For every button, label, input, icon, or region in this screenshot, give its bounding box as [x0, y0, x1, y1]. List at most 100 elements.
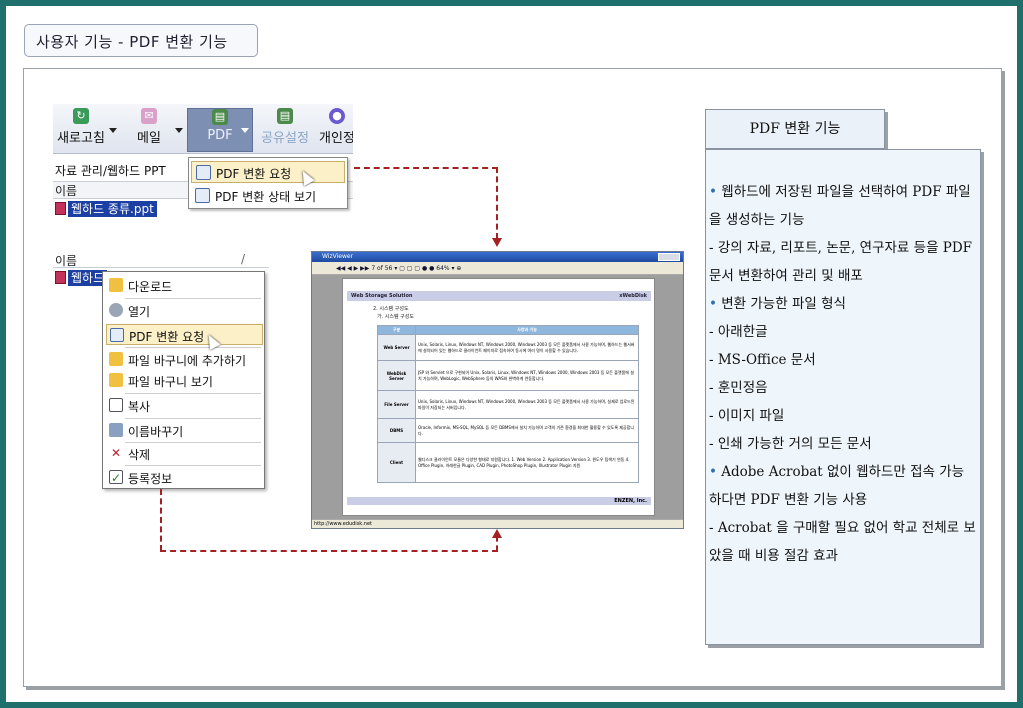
info-line: - 이미지 파일 — [709, 402, 976, 430]
info-text: - 인쇄 가능한 거의 모든 문서 — [709, 436, 872, 452]
context-label: 삭제 — [128, 448, 151, 462]
pdf-request-icon — [110, 328, 124, 342]
context-label: 열기 — [128, 305, 151, 319]
table-cell-key: File Server — [377, 390, 416, 419]
table-row: WebDisk Server JSP 와 Servlet 으로 구현되어 Uni… — [377, 360, 639, 391]
table-cell-key: WebDisk Server — [377, 360, 416, 391]
refresh-dropdown-icon[interactable] — [109, 128, 117, 133]
pdf-viewer-window: WizViewer ◀◀ ◀ ▶ ▶▶ 7 of 56 ▾ ▢ ▢ ▢ ● ● … — [311, 251, 684, 529]
context-item-copy[interactable]: 복사 — [106, 395, 263, 416]
personal-label: 개인정 — [319, 131, 353, 146]
info-text: - 아래한글 — [709, 324, 768, 340]
pdf-request-menu-item[interactable]: PDF 변환 요청 — [191, 161, 345, 183]
context-item-delete[interactable]: ✕ 삭제 — [106, 443, 263, 464]
context-item-rename[interactable]: 이름바꾸기 — [106, 420, 263, 441]
context-item-view-basket[interactable]: 파일 바구니 보기 — [106, 370, 263, 391]
table-cell-value: JSP 와 Servlet 으로 구현되어 Unix, Solaris, Lin… — [415, 360, 639, 391]
spec-table: 구분 사양과 기능 Web Server Unix, Solaris, Linu… — [377, 325, 639, 483]
refresh-icon: ↻ — [73, 108, 89, 124]
refresh-button[interactable]: ↻ 새로고침 — [55, 108, 107, 152]
menu-divider — [125, 465, 261, 466]
info-line: - 강의 자료, 리포트, 논문, 연구자료 등을 PDF 문서 변환하여 관리… — [709, 234, 976, 290]
basket-view-icon — [109, 373, 123, 387]
mail-button[interactable]: ✉ 메일 — [123, 108, 175, 152]
breadcrumb: 자료 관리/웹하드 PPT — [55, 164, 166, 178]
nav-arrows-icon[interactable]: ◀◀ ◀ ▶ ▶▶ — [336, 265, 371, 272]
page-indicator[interactable]: 7 of 56 — [371, 265, 392, 272]
table-cell-key: DBMS — [377, 418, 416, 443]
pdf-status-menu-item[interactable]: PDF 변환 상태 보기 — [191, 185, 345, 207]
info-line: - 훈민정음 — [709, 374, 976, 402]
list-file-row[interactable]: 웹하드 — [55, 269, 108, 286]
info-text: 웹하드에 저장된 파일을 선택하여 PDF 파일을 생성하는 기능 — [709, 184, 971, 228]
context-item-properties[interactable]: ✓ 등록정보 — [106, 467, 263, 488]
toolbar: ↻ 새로고침 ✉ 메일 ▤ PDF ▤ 공유설정 ● 개인정 — [53, 104, 353, 154]
slide-title: 사용자 기능 - PDF 변환 기능 — [24, 24, 258, 57]
bullet-icon: • — [709, 184, 717, 200]
table-cell-value: 웹디스크 클라이언트 모듈은 다양한 형태로 지원합니다. 1. Web Ver… — [415, 442, 639, 483]
viewer-titlebar: WizViewer — [312, 252, 683, 262]
context-label: 파일 바구니에 추가하기 — [128, 354, 247, 368]
info-line: • 변환 가능한 파일 형식 — [709, 290, 976, 318]
info-line: - Acrobat 을 구매할 필요 없어 학교 전체로 보았을 때 비용 절감… — [709, 514, 976, 570]
arrow-up-icon — [492, 529, 502, 538]
share-label: 공유설정 — [261, 131, 309, 146]
table-row: Web Server Unix, Solaris, Linux, Windows… — [377, 334, 639, 361]
table-cell-value: Unix, Solaris, Linux, Windows NT, Window… — [415, 390, 639, 419]
context-label: 파일 바구니 보기 — [128, 375, 213, 389]
list-name-label: 이름 — [55, 254, 78, 268]
copy-icon — [109, 398, 123, 412]
list-name-header[interactable]: 이름 / — [53, 252, 269, 268]
doc-section: 2. 시스템 구성도 — [373, 306, 409, 312]
properties-icon: ✓ — [109, 470, 123, 485]
table-cell-value: Unix, Solaris, Linux, Windows NT, Window… — [415, 334, 639, 361]
selected-file-row[interactable]: 웹하드 종류.ppt — [53, 200, 157, 217]
zoom-level[interactable]: 64% — [436, 265, 449, 272]
arrow-down-icon — [492, 238, 502, 247]
context-label: 복사 — [128, 400, 151, 414]
viewer-page: Web Storage Solution xWebDisk 2. 시스템 구성도… — [342, 278, 655, 516]
doc-header-left: Web Storage Solution — [351, 293, 413, 299]
ppt-file-icon — [55, 271, 66, 284]
view-tools-icon[interactable]: ▾ ▢ ▢ ▢ ● ● — [394, 265, 436, 272]
info-text: - 강의 자료, 리포트, 논문, 연구자료 등을 PDF 문서 변환하여 관리… — [709, 240, 973, 284]
share-button[interactable]: ▤ 공유설정 — [257, 108, 313, 152]
info-text: - Acrobat 을 구매할 필요 없어 학교 전체로 보았을 때 비용 절감… — [709, 520, 976, 564]
viewer-toolbar: ◀◀ ◀ ▶ ▶▶ 7 of 56 ▾ ▢ ▢ ▢ ● ● 64% ▾ ⊕ — [312, 262, 683, 275]
viewer-title: WizViewer — [322, 253, 354, 260]
pdf-status-label: PDF 변환 상태 보기 — [215, 190, 317, 204]
doc-header-right: xWebDisk — [619, 293, 647, 299]
personal-icon: ● — [329, 108, 345, 124]
table-header-row: 구분 사양과 기능 — [377, 325, 639, 335]
sort-icon: / — [240, 252, 245, 266]
menu-divider — [125, 393, 261, 394]
context-label: 등록정보 — [128, 472, 173, 486]
context-item-open[interactable]: 열기 — [106, 300, 263, 321]
menu-divider — [125, 418, 261, 419]
connector-line — [496, 167, 498, 239]
info-text: - 이미지 파일 — [709, 408, 785, 424]
selected-file-name: 웹하드 종류.ppt — [68, 201, 157, 217]
table-col-left: 구분 — [377, 325, 416, 335]
pdf-dropdown-icon[interactable] — [241, 128, 249, 133]
context-item-download[interactable]: 다운로드 — [106, 275, 263, 296]
window-controls-icon[interactable] — [658, 253, 680, 261]
pdf-label: PDF — [207, 128, 233, 143]
connector-line — [354, 167, 498, 169]
connector-line — [496, 536, 498, 551]
share-icon: ▤ — [277, 108, 293, 124]
info-line: • 웹하드에 저장된 파일을 선택하여 PDF 파일을 생성하는 기능 — [709, 178, 976, 234]
personal-button[interactable]: ● 개인정 — [315, 108, 353, 152]
mail-icon: ✉ — [141, 108, 157, 124]
zoom-icon[interactable]: ▾ ⊕ — [452, 265, 462, 272]
context-item-add-basket[interactable]: 파일 바구니에 추가하기 — [106, 349, 263, 370]
pdf-icon: ▤ — [212, 109, 228, 125]
info-text: 변환 가능한 파일 형식 — [716, 296, 846, 312]
doc-header: Web Storage Solution xWebDisk — [347, 291, 651, 301]
context-item-pdf-request[interactable]: PDF 변환 요청 — [106, 324, 263, 345]
mail-label: 메일 — [137, 131, 161, 146]
table-row: File Server Unix, Solaris, Linux, Window… — [377, 390, 639, 419]
pdf-status-icon — [195, 188, 210, 203]
pdf-request-icon — [196, 165, 211, 180]
mail-dropdown-icon[interactable] — [175, 128, 183, 133]
